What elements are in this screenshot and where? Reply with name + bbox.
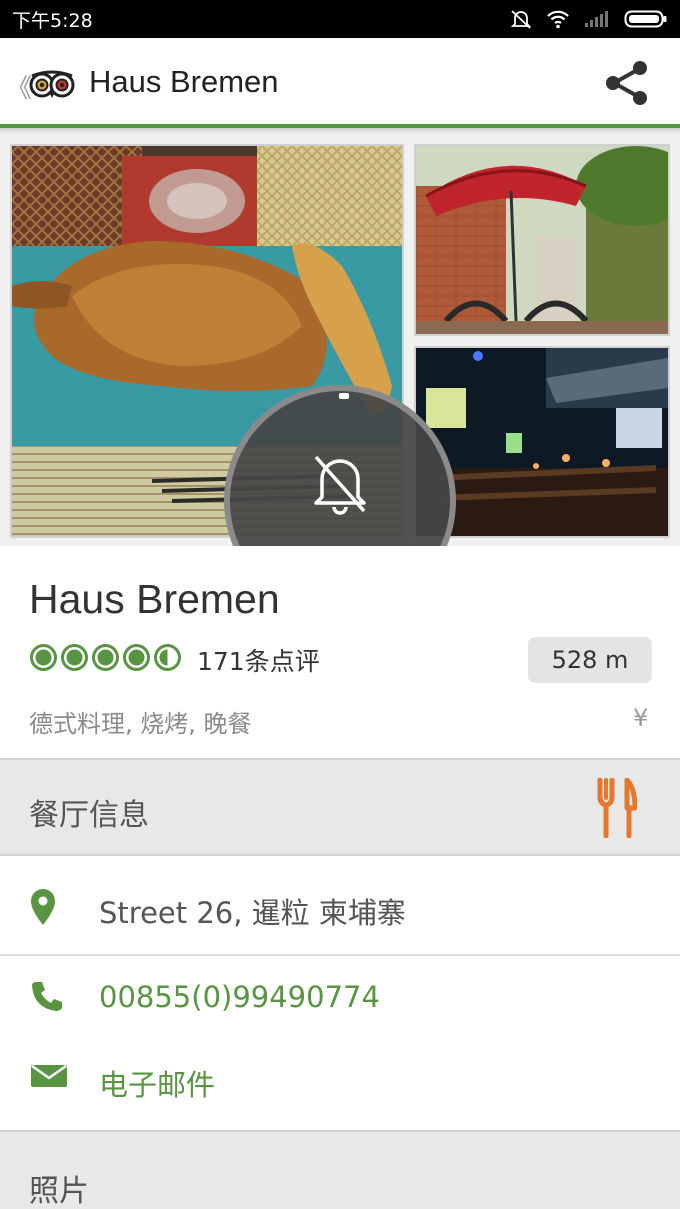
review-count[interactable]: 171条点评: [197, 642, 320, 678]
rating-bubble: [30, 644, 57, 671]
photos-section-header: 照片: [0, 1130, 680, 1209]
cuisine-tags: 德式料理, 烧烤, 晚餐: [29, 710, 252, 738]
address-row[interactable]: Street 26, 暹粒 柬埔寨: [0, 856, 680, 954]
status-time: 下午5:28: [12, 9, 93, 32]
page-title: Haus Bremen: [89, 64, 279, 99]
rating-bubble: [92, 644, 119, 671]
address-text: Street 26, 暹粒 柬埔寨: [99, 896, 406, 930]
phone-icon: [30, 980, 64, 1016]
bell-mute-icon: [510, 8, 532, 30]
restaurant-summary: Haus Bremen 171条点评 528 m 德式料理, 烧烤, 晚餐 ¥: [0, 546, 680, 758]
distance-badge: 528 m: [528, 637, 652, 683]
phone-number[interactable]: 00855(0)99490774: [99, 980, 380, 1014]
bell-mute-icon: [312, 453, 368, 521]
rating-bubble-half: [154, 644, 181, 671]
volume-level-indicator: [339, 393, 349, 399]
email-link[interactable]: 电子邮件: [99, 1062, 215, 1104]
wifi-icon: [546, 9, 570, 29]
restaurant-info-header: 餐厅信息: [0, 758, 680, 856]
rating-bubble: [61, 644, 88, 671]
battery-icon: [624, 9, 668, 29]
action-bar: 《 Haus Bremen: [0, 38, 680, 126]
email-row[interactable]: 电子邮件: [0, 1038, 680, 1130]
share-icon[interactable]: [603, 59, 651, 111]
signal-icon: [584, 10, 610, 28]
map-pin-icon: [30, 888, 56, 930]
section-title: 餐厅信息: [29, 798, 149, 833]
restaurant-name: Haus Bremen: [29, 576, 280, 622]
rating-bubble: [123, 644, 150, 671]
fork-knife-icon: [597, 777, 638, 842]
phone-row[interactable]: 00855(0)99490774: [0, 956, 680, 1038]
status-icons: [510, 8, 668, 30]
envelope-icon: [30, 1064, 68, 1092]
section-title: 照片: [29, 1174, 89, 1209]
status-bar: 下午5:28: [0, 0, 680, 38]
rating-bubbles: [29, 643, 182, 672]
tripadvisor-owl-icon[interactable]: [28, 66, 76, 104]
price-level: ¥: [633, 704, 649, 732]
patio-umbrella-photo[interactable]: [414, 144, 670, 336]
